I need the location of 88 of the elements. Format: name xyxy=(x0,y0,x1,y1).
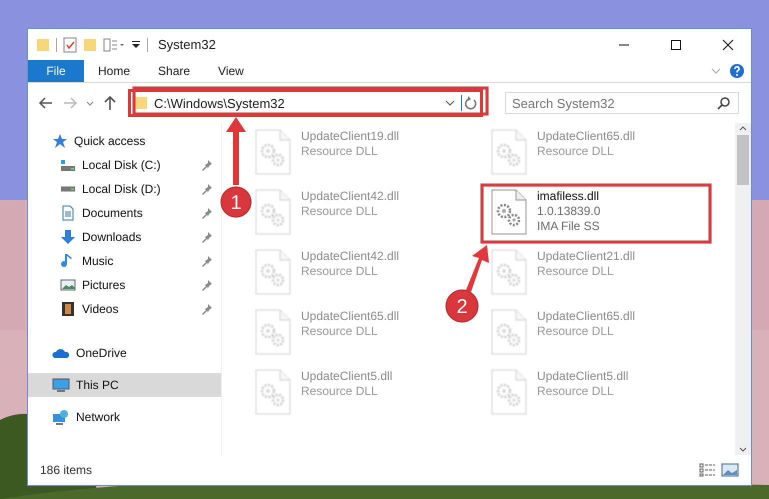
up-icon[interactable] xyxy=(102,95,118,111)
download-icon xyxy=(60,229,76,245)
sidebar-label: Network xyxy=(76,410,122,424)
folder-icon xyxy=(36,36,50,52)
maximize-icon xyxy=(670,38,682,50)
dropdown-icon[interactable] xyxy=(445,98,455,108)
file-icon xyxy=(491,129,527,175)
close-icon xyxy=(722,38,734,50)
file-icon xyxy=(255,129,291,175)
sidebar-item[interactable]: Documents xyxy=(28,201,221,225)
ribbon-tab[interactable]: View xyxy=(204,60,258,82)
file-detail: Resource DLL xyxy=(301,384,379,398)
properties-icon xyxy=(63,36,77,52)
network-icon xyxy=(52,409,70,425)
view-options-icon xyxy=(103,36,125,52)
step-marker: 2 xyxy=(446,290,478,322)
sidebar-item[interactable]: Local Disk (C:) xyxy=(28,153,221,177)
step-marker: 1 xyxy=(220,186,252,218)
sidebar-label: Quick access xyxy=(74,134,146,148)
scrollbar-thumb[interactable] xyxy=(737,135,749,185)
file-detail: Resource DLL xyxy=(301,204,379,218)
sidebar-item[interactable]: Videos xyxy=(28,297,221,321)
pin-icon xyxy=(201,303,213,315)
drive-icon xyxy=(60,186,76,192)
star-icon xyxy=(52,133,68,149)
sidebar-label: Pictures xyxy=(82,278,126,292)
file-detail: Resource DLL xyxy=(301,264,379,278)
sidebar-label: Videos xyxy=(82,302,120,316)
pin-icon xyxy=(201,279,213,291)
ribbon-tab[interactable]: File xyxy=(28,60,84,82)
file-icon xyxy=(255,309,291,355)
address-bar[interactable]: C:\Windows\System32 xyxy=(128,89,483,117)
window-title: System32 xyxy=(158,37,217,52)
address-path: C:\Windows\System32 xyxy=(154,96,286,110)
file-icon xyxy=(491,309,527,355)
details-view-icon[interactable] xyxy=(699,463,717,477)
document-icon xyxy=(60,205,76,221)
file-icon xyxy=(255,189,291,235)
item-count: 186 items xyxy=(40,463,94,477)
folder-icon xyxy=(83,36,97,52)
file-detail: Resource DLL xyxy=(301,144,379,158)
film-icon xyxy=(60,301,76,317)
large-icons-view-icon[interactable] xyxy=(721,463,739,477)
pin-icon xyxy=(201,159,213,171)
sidebar-label: Documents xyxy=(82,206,144,220)
file-icon xyxy=(255,249,291,295)
folder-icon xyxy=(134,95,148,111)
sidebar-item[interactable]: OneDrive xyxy=(28,341,221,365)
ribbon-tab[interactable]: Share xyxy=(144,60,204,82)
file-name[interactable]: imafiless.dll xyxy=(537,189,600,203)
file-detail: IMA File SS xyxy=(537,219,600,233)
picture-icon xyxy=(60,277,76,293)
sidebar-item[interactable]: Network xyxy=(28,405,221,429)
sidebar-item[interactable]: Downloads xyxy=(28,225,221,249)
pin-icon xyxy=(201,207,213,219)
search-icon xyxy=(717,96,731,110)
file-detail: Resource DLL xyxy=(537,144,615,158)
file-detail: 1.0.13839.0 xyxy=(537,204,600,218)
file-icon xyxy=(491,369,527,415)
file-icon xyxy=(491,189,527,235)
drive-icon xyxy=(60,159,76,171)
sidebar-item[interactable]: Pictures xyxy=(28,273,221,297)
file-detail: Resource DLL xyxy=(301,324,379,338)
back-icon[interactable] xyxy=(38,95,54,111)
pointer-arrow xyxy=(466,245,489,292)
pin-icon xyxy=(201,183,213,195)
sidebar-label: Downloads xyxy=(82,230,142,244)
sidebar-label: Local Disk (D:) xyxy=(82,182,162,196)
sidebar-label: This PC xyxy=(76,378,120,392)
search-field[interactable]: Search System32 xyxy=(505,92,739,114)
sidebar-item[interactable]: Quick access xyxy=(28,129,221,153)
file-icon xyxy=(255,369,291,415)
sidebar-item[interactable]: This PC xyxy=(28,373,221,397)
sidebar-item[interactable]: Local Disk (D:) xyxy=(28,177,221,201)
ribbon-tab[interactable]: Home xyxy=(84,60,144,82)
sidebar-label: OneDrive xyxy=(76,346,128,360)
pin-icon xyxy=(201,255,213,267)
monitor-icon xyxy=(52,377,70,393)
file-detail: Resource DLL xyxy=(537,264,615,278)
pointer-arrow xyxy=(226,117,246,185)
pin-icon xyxy=(201,231,213,243)
scrollbar[interactable] xyxy=(735,123,751,455)
file-icon xyxy=(491,249,527,295)
sidebar-label: Local Disk (C:) xyxy=(82,158,162,172)
sidebar-item[interactable]: Music xyxy=(28,249,221,273)
sidebar-label: Music xyxy=(82,254,114,268)
file-detail: Resource DLL xyxy=(537,324,615,338)
file-detail: Resource DLL xyxy=(537,384,615,398)
